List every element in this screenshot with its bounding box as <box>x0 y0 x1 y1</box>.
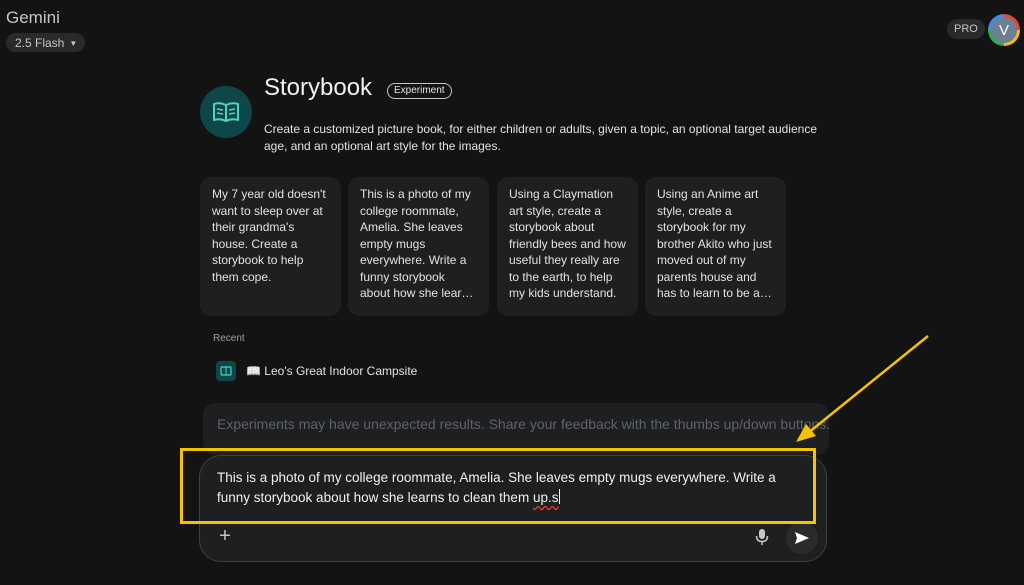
model-selector[interactable]: 2.5 Flash ▼ <box>6 33 86 52</box>
recent-item-label: Leo's Great Indoor Campsite <box>264 364 418 378</box>
experiment-badge: Experiment <box>387 83 452 99</box>
plus-icon[interactable]: + <box>215 526 235 546</box>
prompt-card-text: This is a photo of my college roommate, … <box>360 187 475 300</box>
prompt-card[interactable]: Using an Anime art style, create a story… <box>645 177 786 316</box>
prompt-card[interactable]: Using a Claymation art style, create a s… <box>497 177 638 316</box>
book-icon <box>200 86 252 138</box>
prompt-input[interactable]: This is a photo of my college roommate, … <box>199 455 827 562</box>
experiment-notice: Experiments may have unexpected results.… <box>203 403 829 455</box>
recent-item[interactable]: 📖 Leo's Great Indoor Campsite <box>216 360 417 382</box>
prompt-card-text: My 7 year old doesn't want to sleep over… <box>212 187 326 284</box>
app-title: Gemini <box>6 8 60 27</box>
send-icon <box>795 532 809 544</box>
gem-title: Storybook <box>264 74 373 101</box>
misspelled-word: up.s <box>532 490 559 505</box>
model-label: 2.5 Flash <box>15 35 65 50</box>
recent-label: Recent <box>213 333 245 344</box>
account-avatar-button[interactable]: V <box>988 14 1020 46</box>
prompt-card[interactable]: My 7 year old doesn't want to sleep over… <box>200 177 341 316</box>
gem-description: Create a customized picture book, for ei… <box>264 122 817 153</box>
recent-item-title: 📖 Leo's Great Indoor Campsite <box>246 364 417 378</box>
avatar: V <box>991 17 1017 43</box>
microphone-icon[interactable] <box>754 528 770 546</box>
open-book-emoji: 📖 <box>246 364 261 378</box>
prompt-text: This is a photo of my college roommate, … <box>217 470 776 505</box>
chevron-down-icon: ▼ <box>69 38 78 48</box>
prompt-card-text: Using a Claymation art style, create a s… <box>509 187 626 300</box>
send-button[interactable] <box>786 522 818 554</box>
prompt-input-text[interactable]: This is a photo of my college roommate, … <box>217 468 797 508</box>
storybook-icon <box>216 361 236 381</box>
prompt-card-text: Using an Anime art style, create a story… <box>657 187 772 300</box>
pro-badge[interactable]: PRO <box>947 19 985 39</box>
text-cursor <box>559 489 561 504</box>
prompt-card[interactable]: This is a photo of my college roommate, … <box>348 177 489 316</box>
